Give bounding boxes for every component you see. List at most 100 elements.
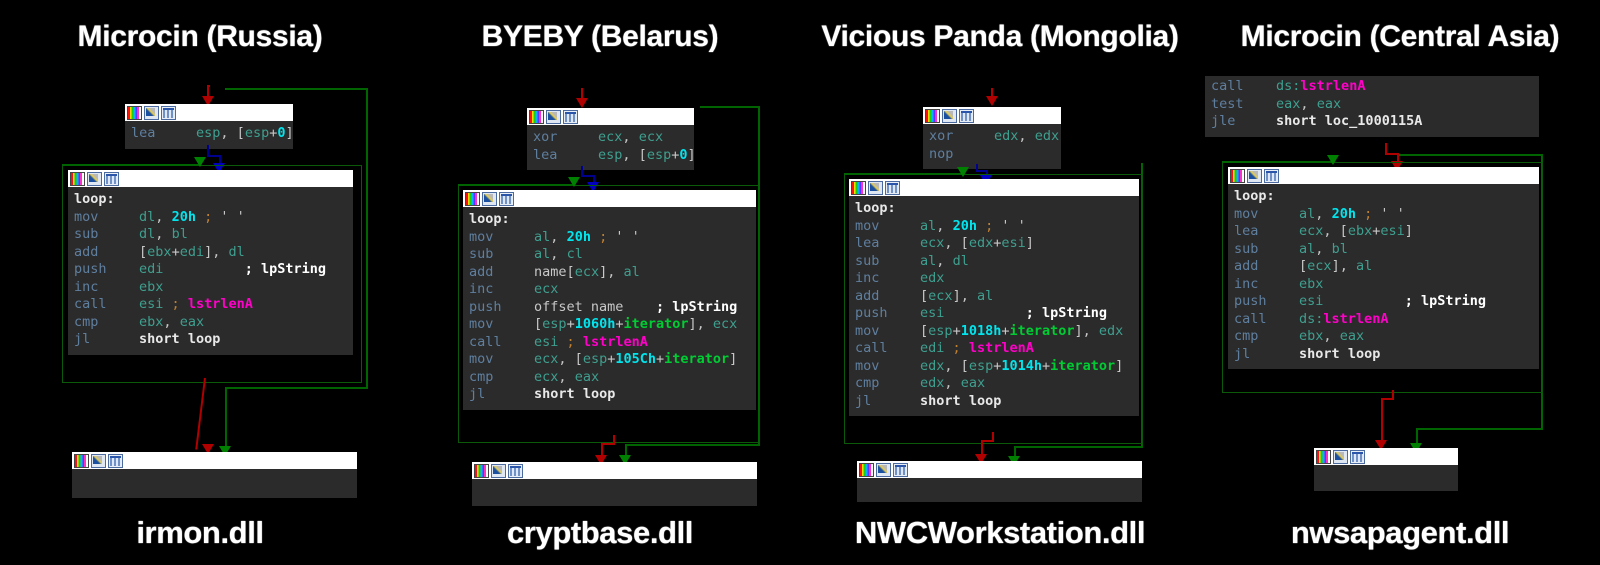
code-line: jl short loop — [469, 386, 616, 402]
code-line: test eax, eax — [1211, 95, 1342, 112]
code-node-loop[interactable]: loop: mov al, 20h ; ' ' lea ecx, [edx+esi]… — [849, 179, 1139, 416]
code-line: push esi ; lpString — [1234, 293, 1486, 309]
node-titlebar — [72, 452, 357, 469]
node-titlebar — [1314, 448, 1458, 465]
edge-green-right-v — [366, 88, 368, 388]
grid-icon — [508, 463, 523, 478]
panel-vicious-panda-mongolia: Vicious Panda (Mongolia) xor edx, edx nop… — [800, 0, 1200, 565]
pencil-icon — [868, 180, 883, 195]
code-line: mov [esp+1018h+iterator], edx — [855, 322, 1124, 339]
node-titlebar — [1228, 167, 1539, 184]
node-code — [1314, 465, 1458, 491]
grid-icon — [563, 109, 578, 124]
code-line: add [ecx], al — [855, 287, 994, 304]
code-line: jl short loop — [74, 331, 221, 347]
pencil-icon — [91, 453, 106, 468]
code-node-bottom[interactable] — [857, 461, 1142, 502]
code-line: mov ecx, [esp+105Ch+iterator] — [469, 351, 738, 367]
code-line: cmp ebx, eax — [1234, 328, 1365, 344]
node-titlebar — [849, 179, 1139, 196]
edge-green-bottom-h — [1014, 446, 1143, 448]
code-line: xor ecx, ecx — [533, 129, 664, 145]
palette-icon — [529, 109, 544, 124]
node-code: loop: mov al, 20h ; ' ' lea ecx, [ebx+esi]… — [1228, 184, 1539, 369]
code-node-top[interactable]: xor ecx, ecx lea esp, [esp+0] — [527, 108, 696, 170]
code-node-bottom[interactable] — [72, 452, 357, 498]
grid-icon — [1350, 449, 1365, 464]
node-code: loop: mov dl, 20h ; ' ' sub dl, bl add [ebx… — [68, 187, 353, 355]
node-titlebar — [923, 107, 1061, 124]
panel-title: Microcin (Central Asia) — [1240, 20, 1560, 53]
code-node-bottom[interactable] — [1314, 448, 1458, 491]
palette-icon — [1316, 449, 1331, 464]
node-titlebar — [463, 190, 756, 207]
code-line: call esi ; lstrlenA — [469, 333, 648, 350]
code-line: mov al, 20h ; ' ' — [469, 228, 640, 245]
code-line: call ds:lstrlenA — [1234, 310, 1389, 327]
palette-icon — [127, 105, 142, 120]
edge-green-loop-in-h — [458, 184, 574, 186]
code-node-top[interactable]: lea esp, [esp+0] — [125, 104, 294, 149]
arrowhead-red-top — [576, 98, 588, 108]
code-node-top[interactable]: xor edx, edx nop — [923, 107, 1061, 169]
edge-green-top-h — [700, 106, 760, 108]
code-node-bottom[interactable] — [472, 462, 757, 506]
code-line: add [ecx], al — [1234, 258, 1373, 274]
code-line: loop: — [469, 211, 510, 227]
pencil-icon — [87, 171, 102, 186]
panel-microcin-central-asia: Microcin (Central Asia) call ds:lstrlenA… — [1200, 0, 1600, 565]
grid-icon — [104, 171, 119, 186]
pencil-icon — [482, 191, 497, 206]
palette-icon — [859, 462, 874, 477]
code-line: loop: — [1234, 188, 1275, 204]
node-code — [857, 478, 1142, 502]
code-node-loop[interactable]: loop: mov al, 20h ; ' ' sub al, cl add name… — [463, 190, 756, 410]
code-line: sub al, bl — [1234, 240, 1348, 257]
edge-green-loop-in-h — [844, 173, 963, 175]
code-line: add [ebx+edi], dl — [74, 243, 245, 260]
code-line: sub al, cl — [469, 246, 583, 262]
code-line: loop: — [855, 200, 896, 216]
edge-green-top-h — [1399, 154, 1543, 156]
node-code: loop: mov al, 20h ; ' ' sub al, cl add name… — [463, 207, 756, 410]
code-line: inc ebx — [74, 278, 164, 295]
arrowhead-green-loop-in — [957, 167, 969, 177]
panel-byeby-belarus: BYEBY (Belarus) xor ecx, ecx lea esp, [es… — [400, 0, 800, 565]
edge-red-out-h — [601, 443, 615, 445]
node-titlebar — [68, 170, 353, 187]
code-line: mov [esp+1060h+iterator], ecx — [469, 316, 738, 332]
panel-footer: nwsapagent.dll — [1290, 515, 1510, 550]
code-node-top[interactable]: call ds:lstrlenA test eax, eax jle short l… — [1205, 76, 1539, 137]
grid-icon — [161, 105, 176, 120]
code-line: lea esp, [esp+0] — [533, 146, 696, 163]
code-node-loop[interactable]: loop: mov al, 20h ; ' ' lea ecx, [ebx+esi]… — [1228, 167, 1539, 369]
edge-green-bottom-h — [225, 387, 368, 389]
edge-green-down-v — [225, 387, 227, 449]
code-line: push offset name ; lpString — [469, 298, 738, 315]
grid-icon — [499, 191, 514, 206]
panel-footer: cryptbase.dll — [506, 515, 694, 550]
code-line: add name[ecx], al — [469, 263, 640, 280]
code-line: inc edx — [855, 270, 945, 286]
code-line: jle short loc_1000115A — [1211, 113, 1423, 129]
code-line: cmp ebx, eax — [74, 313, 205, 330]
grid-icon — [959, 108, 974, 123]
code-node-loop[interactable]: loop: mov dl, 20h ; ' ' sub dl, bl add [ebx… — [68, 170, 353, 355]
code-line: mov al, 20h ; ' ' — [1234, 205, 1405, 222]
code-line: lea ecx, [ebx+esi] — [1234, 223, 1413, 239]
edge-green-bottom-h — [1416, 428, 1543, 430]
code-line: xor edx, edx — [929, 128, 1060, 144]
code-line: push esi ; lpString — [855, 305, 1107, 321]
node-code: call ds:lstrlenA test eax, eax jle short l… — [1205, 76, 1539, 137]
node-titlebar — [125, 104, 293, 121]
node-code — [72, 469, 357, 498]
code-line: cmp ecx, eax — [469, 368, 600, 385]
code-line: call ds:lstrlenA — [1211, 78, 1366, 94]
code-line: jl short loop — [1234, 345, 1381, 362]
panel-footer: irmon.dll — [136, 515, 264, 550]
palette-icon — [465, 191, 480, 206]
palette-icon — [851, 180, 866, 195]
panel-title: BYEBY (Belarus) — [481, 20, 719, 53]
edge-red-in-h — [207, 85, 210, 87]
pencil-icon — [1247, 168, 1262, 183]
